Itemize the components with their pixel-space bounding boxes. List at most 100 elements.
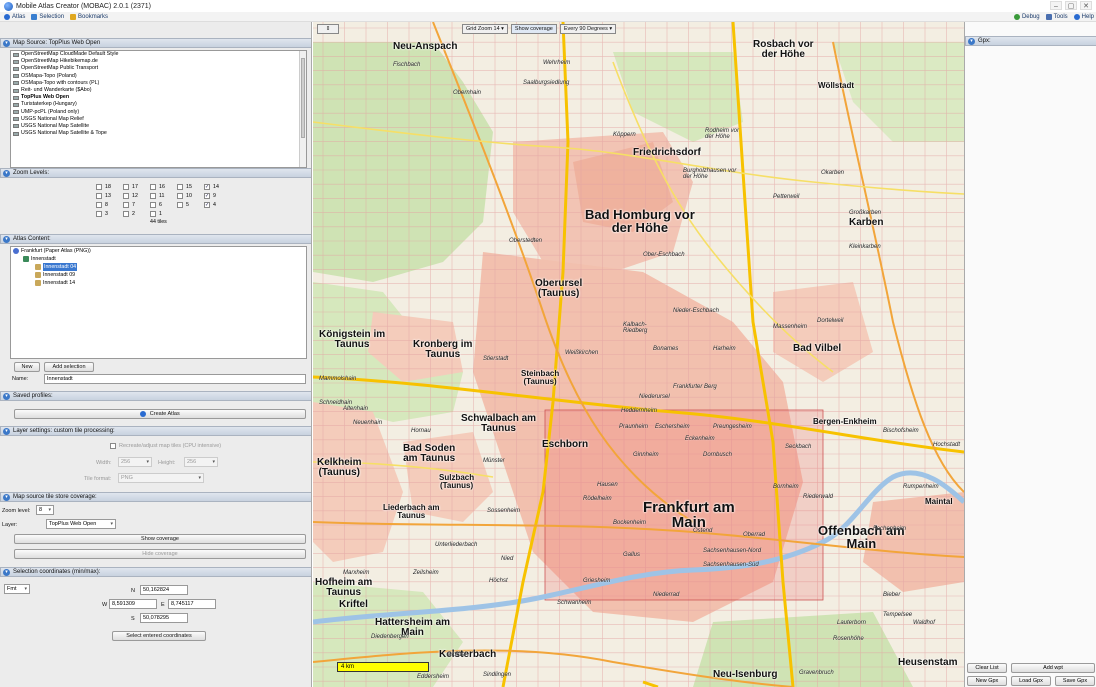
coord-format-select[interactable]: Fmt ▾	[4, 584, 30, 594]
checkbox[interactable]: ✓	[204, 192, 210, 199]
gpx-header[interactable]: ▾ Gpx:	[965, 36, 1096, 46]
checkbox[interactable]	[96, 201, 102, 208]
zoom-level-checkbox[interactable]: 16	[150, 183, 177, 190]
tree-atlas-root[interactable]: Frankfurt (Paper Atlas (PNG))	[11, 247, 306, 255]
load-gpx-button[interactable]: Load Gpx	[1011, 676, 1051, 686]
selection-coords-header[interactable]: ▾ Selection coordinates (min/max):	[0, 567, 311, 577]
checkbox[interactable]	[150, 210, 156, 217]
atlas-tree[interactable]: Frankfurt (Paper Atlas (PNG)) Innenstadt…	[10, 246, 307, 359]
atlas-content-header[interactable]: ▾ Atlas Content:	[0, 234, 311, 244]
checkbox[interactable]	[96, 210, 102, 217]
maximize-button[interactable]: ▢	[1065, 1, 1077, 10]
recreate-tiles-checkbox[interactable]: Recreate/adjust map tiles (CPU intensive…	[110, 443, 221, 449]
zoom-level-checkbox[interactable]: 17	[123, 183, 150, 190]
menu-selection[interactable]: Selection	[31, 13, 64, 20]
checkbox[interactable]	[150, 183, 156, 190]
close-button[interactable]: ✕	[1080, 1, 1092, 10]
select-coordinates-button[interactable]: Select entered coordinates	[112, 631, 206, 641]
show-coverage-button[interactable]: Show coverage	[14, 534, 306, 544]
zoom-level-checkbox[interactable]: 7	[123, 201, 150, 208]
zoom-level-checkbox[interactable]: 13	[96, 192, 123, 199]
checkbox[interactable]	[96, 192, 102, 199]
map-source-header[interactable]: ▾ Map Source: TopPlus Web Open	[0, 38, 311, 48]
add-selection-button[interactable]: Add selection	[44, 362, 94, 372]
checkbox[interactable]	[123, 201, 129, 208]
zoom-slider-icon[interactable]: ⇕	[317, 24, 339, 34]
menu-bookmarks[interactable]: Bookmarks	[70, 13, 108, 20]
scrollbar-thumb[interactable]	[301, 58, 305, 138]
map-source-item[interactable]: OSMapa-Topo (Poland)	[11, 73, 306, 80]
hide-coverage-button[interactable]: Hide coverage	[14, 549, 306, 559]
save-gpx-button[interactable]: Save Gpx	[1055, 676, 1095, 686]
east-coord-field[interactable]: 8,745117	[168, 599, 216, 609]
checkbox[interactable]	[177, 183, 183, 190]
map-source-item[interactable]: USGS National Map Satellite	[11, 123, 306, 130]
zoom-level-checkbox[interactable]: 8	[96, 201, 123, 208]
map-source-item[interactable]: UMP-pcPL (Poland only)	[11, 109, 306, 116]
menu-tools[interactable]: Tools	[1045, 14, 1068, 20]
minimize-button[interactable]: –	[1050, 1, 1062, 10]
map-source-item[interactable]: OpenStreetMap CloudMade Default Style	[11, 51, 306, 58]
map-source-list[interactable]: OpenStreetMap CloudMade Default Style Ope…	[10, 50, 307, 168]
map-source-item[interactable]: OpenStreetMap Hikebikemap.de	[11, 58, 306, 65]
show-coverage-toggle[interactable]: Show coverage	[510, 24, 557, 34]
add-waypoint-button[interactable]: Add wpt	[1011, 663, 1095, 673]
tree-layer[interactable]: Innenstadt	[11, 255, 306, 263]
zoom-level-checkbox[interactable]: 6	[150, 201, 177, 208]
zoom-level-checkbox[interactable]: 18	[96, 183, 123, 190]
map-source-item[interactable]: OpenStreetMap Public Transport	[11, 65, 306, 72]
checkbox[interactable]	[123, 192, 129, 199]
menu-debug[interactable]: Debug	[1013, 14, 1040, 20]
zoom-level-checkbox[interactable]: 5	[177, 201, 204, 208]
south-coord-field[interactable]: 50,078295	[140, 613, 188, 623]
checkbox[interactable]	[110, 443, 116, 449]
grid-zoom-select[interactable]: Grid Zoom 14 ▾	[462, 24, 508, 34]
zoom-level-checkbox[interactable]: ✓ 14	[204, 183, 231, 190]
checkbox[interactable]	[96, 183, 102, 190]
map-source-item[interactable]: USGS National Map Satellite & Tope	[11, 130, 306, 137]
menu-help[interactable]: Help	[1073, 14, 1094, 20]
zoom-level-checkbox[interactable]: 1	[150, 210, 177, 217]
map-source-item[interactable]: OSMapa-Topo with contours (PL)	[11, 80, 306, 87]
checkbox[interactable]	[150, 201, 156, 208]
map-source-item[interactable]: USGS National Map Relief	[11, 116, 306, 123]
zoom-level-checkbox[interactable]: ✓ 9	[204, 192, 231, 199]
checkbox[interactable]	[123, 183, 129, 190]
tile-format-select[interactable]: PNG ▾	[118, 473, 204, 483]
north-coord-field[interactable]: 50,162824	[140, 585, 188, 595]
coverage-header[interactable]: ▾ Map source tile store coverage:	[0, 492, 311, 502]
checkbox[interactable]	[150, 192, 156, 199]
checkbox[interactable]	[177, 192, 183, 199]
coverage-layer-select[interactable]: TopPlus Web Open ▾	[46, 519, 116, 529]
menu-atlas[interactable]: Atlas	[4, 13, 25, 20]
checkbox[interactable]: ✓	[204, 201, 210, 208]
map-viewer[interactable]: ⇕ Grid Zoom 14 ▾ Show coverage Every 90 …	[313, 22, 964, 687]
atlas-name-field[interactable]: Innenstadt	[44, 374, 306, 384]
tile-height-select[interactable]: 256 ▾	[184, 457, 218, 467]
interval-select[interactable]: Every 90 Degrees ▾	[559, 24, 617, 34]
tree-map-item[interactable]: Innenstadt 09	[11, 271, 306, 279]
map-source-scrollbar[interactable]	[299, 51, 306, 167]
checkbox[interactable]: ✓	[204, 183, 210, 190]
saved-profiles-header[interactable]: ▾ Saved profiles:	[0, 391, 311, 401]
map-source-item[interactable]: Turistaterkep (Hungary)	[11, 101, 306, 108]
coverage-zoom-select[interactable]: 8 ▾	[36, 505, 54, 515]
zoom-level-checkbox[interactable]: 3	[96, 210, 123, 217]
map-source-item[interactable]: TopPlus Web Open	[11, 94, 306, 101]
tree-map-item[interactable]: Innenstadt 04	[11, 263, 306, 271]
new-gpx-button[interactable]: New Gpx	[967, 676, 1007, 686]
checkbox[interactable]	[177, 201, 183, 208]
zoom-levels-header[interactable]: ▾ Zoom Levels:	[0, 168, 311, 178]
map-canvas[interactable]	[313, 22, 964, 687]
tree-map-item[interactable]: Innenstadt 14	[11, 279, 306, 287]
create-atlas-button[interactable]: Create Atlas	[14, 409, 306, 419]
zoom-level-checkbox[interactable]: ✓ 4	[204, 201, 231, 208]
checkbox[interactable]	[123, 210, 129, 217]
zoom-level-checkbox[interactable]: 2	[123, 210, 150, 217]
zoom-level-checkbox[interactable]: 10	[177, 192, 204, 199]
zoom-level-checkbox[interactable]: 12	[123, 192, 150, 199]
tile-width-select[interactable]: 256 ▾	[118, 457, 152, 467]
map-source-item[interactable]: Reit- und Wanderkarte ($Abo)	[11, 87, 306, 94]
west-coord-field[interactable]: 8,591309	[109, 599, 157, 609]
zoom-level-checkbox[interactable]: 11	[150, 192, 177, 199]
